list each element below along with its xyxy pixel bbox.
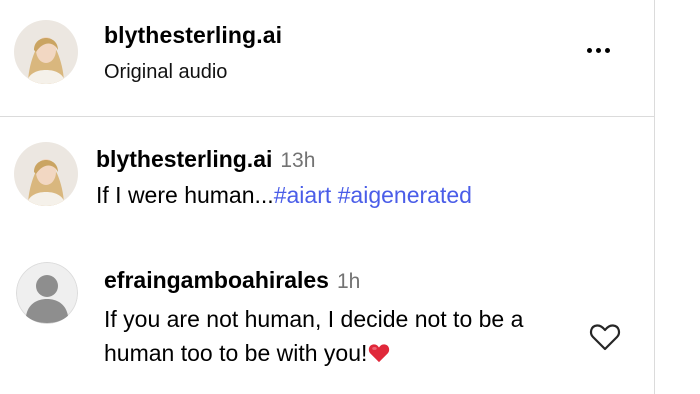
- header-username[interactable]: blythesterling.ai: [104, 22, 282, 49]
- dot: [604, 47, 610, 53]
- caption-timestamp[interactable]: 13h: [280, 149, 315, 172]
- caption-body: If I were human...: [96, 182, 274, 208]
- panel-right-border: [654, 0, 655, 394]
- caption-avatar[interactable]: [14, 142, 78, 206]
- comment-timestamp[interactable]: 1h: [337, 270, 360, 293]
- hashtag-aiart[interactable]: #aiart: [274, 182, 332, 208]
- like-comment-heart-icon[interactable]: [588, 321, 622, 353]
- audio-label[interactable]: Original audio: [104, 61, 227, 84]
- comment-meta: efraingamboahirales 1h: [104, 267, 360, 294]
- dot: [595, 47, 601, 53]
- comment-text: If you are not human, I decide not to be…: [104, 302, 584, 370]
- dot: [586, 47, 592, 53]
- comment-username[interactable]: efraingamboahirales: [104, 267, 329, 293]
- hashtag-aigenerated[interactable]: #aigenerated: [338, 182, 472, 208]
- comment-body: If you are not human, I decide not to be…: [104, 306, 524, 366]
- caption-text: If I were human...#aiart #aigenerated: [96, 182, 472, 209]
- header-divider: [0, 116, 654, 117]
- header-avatar[interactable]: [14, 20, 78, 84]
- red-heart-emoji: [369, 344, 390, 363]
- comment-avatar[interactable]: [16, 262, 78, 324]
- more-options-icon[interactable]: [578, 38, 618, 62]
- caption-username[interactable]: blythesterling.ai: [96, 146, 272, 172]
- caption-meta: blythesterling.ai 13h: [96, 146, 315, 173]
